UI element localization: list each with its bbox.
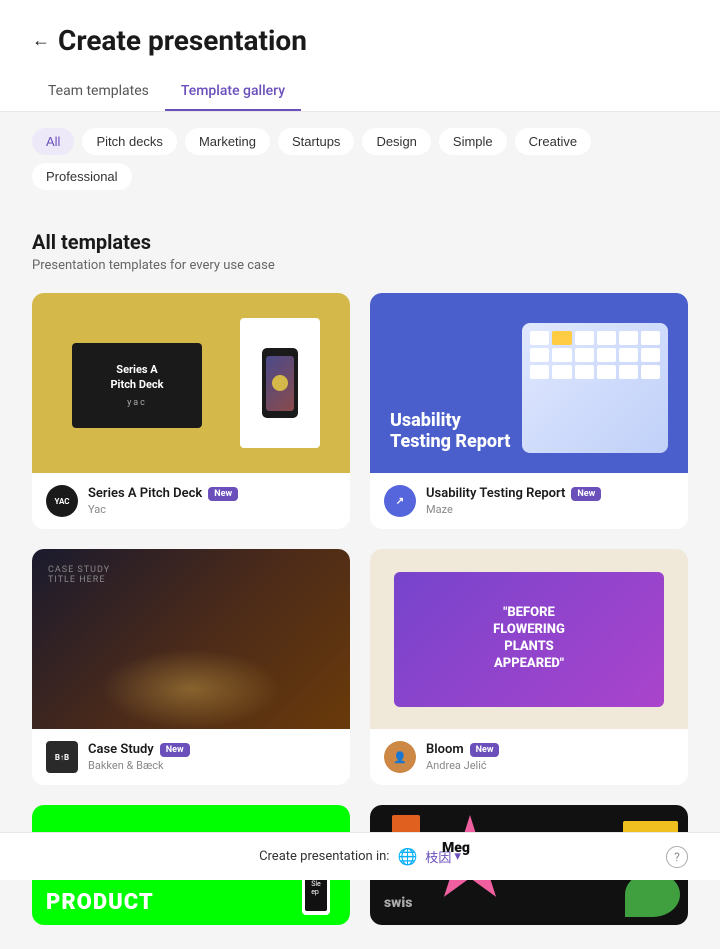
template-info-usability: ↗ Usability Testing Report New Maze <box>370 473 688 529</box>
thumbnail-usability: UsabilityTesting Report <box>370 293 688 473</box>
template-card-bloom[interactable]: "BEFOREFLOWERINGPLANTSAPPEARED" 👤 Bloom … <box>370 549 688 785</box>
filter-professional[interactable]: Professional <box>32 163 132 190</box>
phone-mockup <box>262 348 298 418</box>
casestudy-glow <box>101 649 281 729</box>
filter-creative[interactable]: Creative <box>515 128 591 155</box>
template-meta-bloom: Bloom New Andrea Jelić <box>426 742 674 772</box>
product-text: PRODUCT <box>46 890 154 915</box>
template-info-bloom: 👤 Bloom New Andrea Jelić <box>370 729 688 785</box>
avatar-bakken: B↑B <box>46 741 78 773</box>
section-title: All templates <box>32 230 688 254</box>
template-name-usability: Usability Testing Report <box>426 486 565 501</box>
new-badge-casestudy: New <box>160 743 190 757</box>
back-navigation: ← Create presentation <box>32 24 688 57</box>
help-button[interactable]: ? <box>666 846 688 868</box>
creator-bloom: Andrea Jelić <box>426 759 674 772</box>
creator-casestudy: Bakken & Bæck <box>88 759 336 772</box>
pitch-card-overlay: Series APitch Deck yac <box>72 343 202 428</box>
filter-pitch-decks[interactable]: Pitch decks <box>82 128 176 155</box>
meg-text: Meg <box>442 840 470 856</box>
section-subtitle: Presentation templates for every use cas… <box>32 258 688 273</box>
thumbnail-bloom: "BEFOREFLOWERINGPLANTSAPPEARED" <box>370 549 688 729</box>
header: ← Create presentation Team templates Tem… <box>0 0 720 112</box>
filter-design[interactable]: Design <box>362 128 430 155</box>
avatar-maze: ↗ <box>384 485 416 517</box>
template-meta-casestudy: Case Study New Bakken & Bæck <box>88 742 336 772</box>
filter-bar: All Pitch decks Marketing Startups Desig… <box>0 112 720 206</box>
filter-marketing[interactable]: Marketing <box>185 128 270 155</box>
footer-bar: Create presentation in: 🌐 枝因 ▾ ? <box>0 832 720 880</box>
template-name-bloom: Bloom <box>426 742 464 757</box>
template-info-pitch: YAC Series A Pitch Deck New Yac <box>32 473 350 529</box>
globe-icon: 🌐 <box>397 847 417 866</box>
new-badge-pitch: New <box>208 487 238 501</box>
thumbnail-pitch: Series APitch Deck yac <box>32 293 350 473</box>
tab-template-gallery[interactable]: Template gallery <box>165 73 301 111</box>
tab-bar: Team templates Template gallery <box>32 73 688 111</box>
new-badge-bloom: New <box>470 743 500 757</box>
creator-pitch: Yac <box>88 503 336 516</box>
filter-simple[interactable]: Simple <box>439 128 507 155</box>
tab-team-templates[interactable]: Team templates <box>32 73 165 111</box>
template-meta-pitch: Series A Pitch Deck New Yac <box>88 486 336 516</box>
avatar-andrea: 👤 <box>384 741 416 773</box>
filter-all[interactable]: All <box>32 128 74 155</box>
thumbnail-casestudy: CASE STUDYTITLE HERE <box>32 549 350 729</box>
template-card-casestudy[interactable]: CASE STUDYTITLE HERE B↑B Case Study New … <box>32 549 350 785</box>
template-name-casestudy: Case Study <box>88 742 154 757</box>
pitch-white-overlay <box>240 318 320 448</box>
template-meta-usability: Usability Testing Report New Maze <box>426 486 674 516</box>
filter-startups[interactable]: Startups <box>278 128 354 155</box>
meg-swis-text: swis <box>384 895 412 911</box>
bloom-inner: "BEFOREFLOWERINGPLANTSAPPEARED" <box>394 572 664 707</box>
page-title: Create presentation <box>58 24 307 57</box>
creator-usability: Maze <box>426 503 674 516</box>
keyboard-visual <box>522 323 668 453</box>
template-info-casestudy: B↑B Case Study New Bakken & Bæck <box>32 729 350 785</box>
template-card-pitch-deck[interactable]: Series APitch Deck yac YAC Series A Pitc… <box>32 293 350 529</box>
casestudy-label-text: CASE STUDYTITLE HERE <box>48 565 110 585</box>
avatar-yac: YAC <box>46 485 78 517</box>
new-badge-usability: New <box>571 487 601 501</box>
back-button[interactable]: ← <box>32 30 50 51</box>
footer-label: Create presentation in: <box>259 849 389 864</box>
templates-grid: Series APitch Deck yac YAC Series A Pitc… <box>32 293 688 785</box>
template-name-pitch: Series A Pitch Deck <box>88 486 202 501</box>
template-card-usability[interactable]: UsabilityTesting Report <box>370 293 688 529</box>
